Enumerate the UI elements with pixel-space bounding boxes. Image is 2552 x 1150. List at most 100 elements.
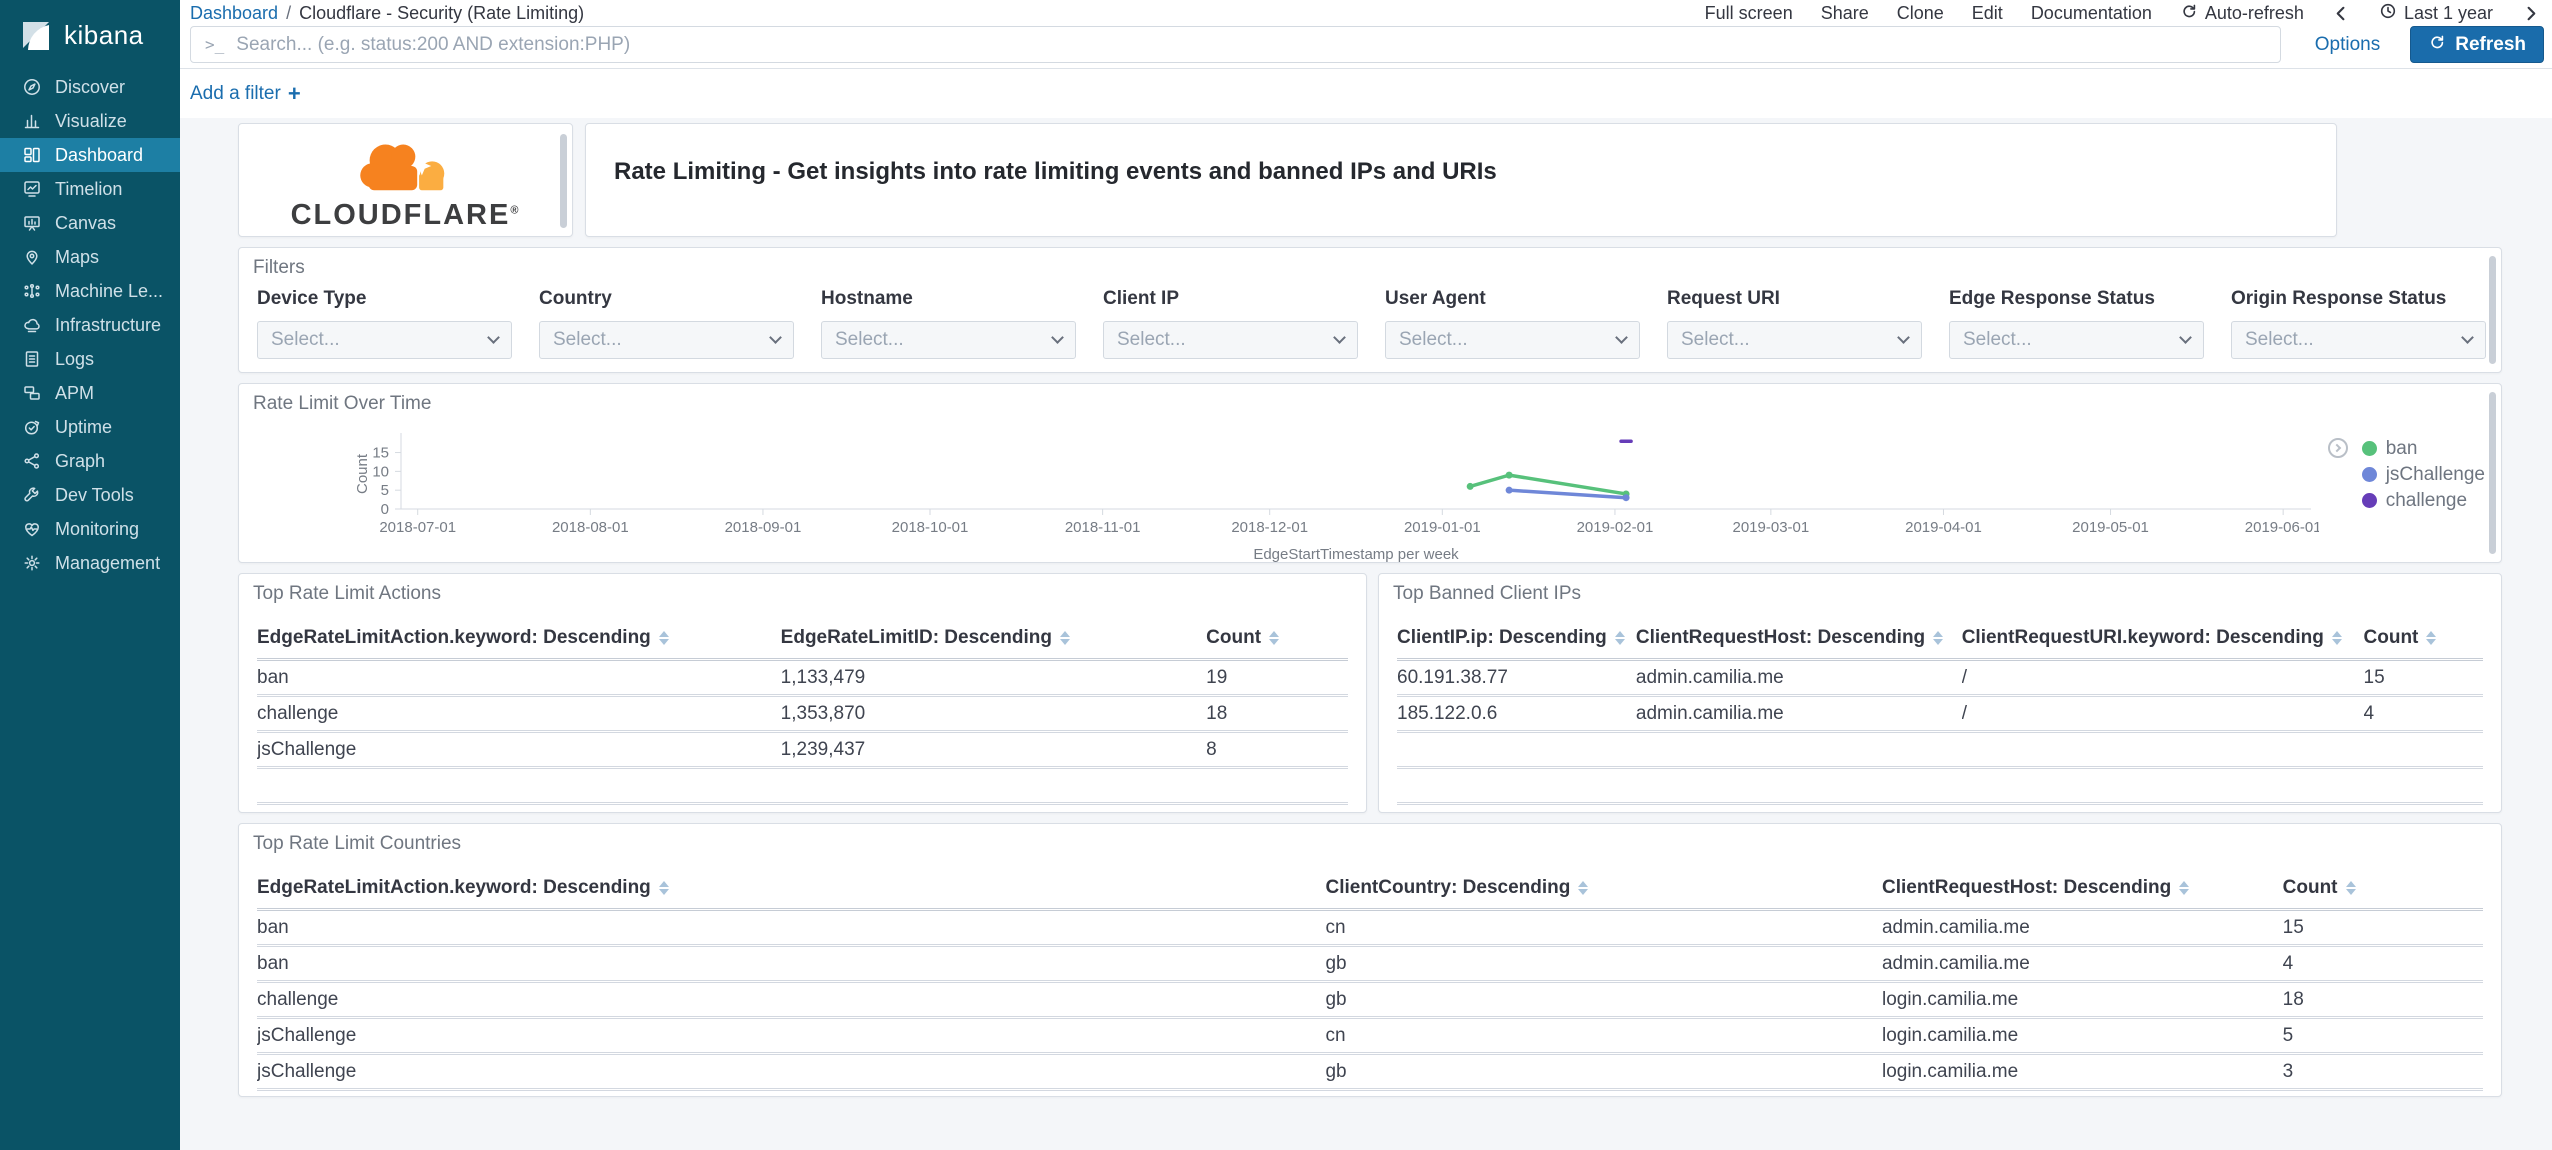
select-placeholder: Select... [1681, 329, 1750, 350]
filter-select-request-uri[interactable]: Select... [1667, 321, 1922, 359]
sidebar-item-visualize[interactable]: Visualize [0, 104, 180, 138]
table-row: 185.122.0.6 admin.camilia.me/4 [1397, 695, 2483, 733]
filter-label: Hostname [821, 288, 913, 309]
svg-text:2018-10-01: 2018-10-01 [892, 519, 969, 536]
sidebar-item-graph[interactable]: Graph [0, 444, 180, 478]
time-next-button[interactable] [2521, 4, 2540, 23]
sort-down-arrow [2345, 889, 2356, 895]
table-cell: 18 [1206, 695, 1348, 733]
canvas-icon [22, 213, 42, 233]
sidebar-item-label: Timelion [55, 178, 123, 199]
svg-text:2018-12-01: 2018-12-01 [1231, 519, 1308, 536]
column-header-clientip-ip[interactable]: ClientIP.ip: Descending [1397, 618, 1636, 661]
filter-select-user-agent[interactable]: Select... [1385, 321, 1640, 359]
menu-edit[interactable]: Edit [1972, 3, 2003, 24]
sidebar-item-maps[interactable]: Maps [0, 240, 180, 274]
column-header-clientcountry[interactable]: ClientCountry: Descending [1325, 868, 1882, 911]
menu-documentation[interactable]: Documentation [2031, 3, 2152, 24]
breadcrumb-dashboard-link[interactable]: Dashboard [190, 3, 278, 24]
dev-tools-icon [22, 485, 42, 505]
sidebar-item-dev-tools[interactable]: Dev Tools [0, 478, 180, 512]
sidebar-item-timelion[interactable]: Timelion [0, 172, 180, 206]
panel-title: Top Rate Limit Actions [253, 583, 441, 604]
column-header-edgeratelimitid[interactable]: EdgeRateLimitID: Descending [780, 618, 1207, 661]
sidebar-item-machine-le[interactable]: Machine Le... [0, 274, 180, 308]
column-header-label: Count [2363, 627, 2419, 648]
add-filter-link[interactable]: Add a filter + [190, 82, 301, 105]
svg-text:2019-03-01: 2019-03-01 [1732, 519, 1809, 536]
column-header-clientrequesthost[interactable]: ClientRequestHost: Descending [1881, 868, 2283, 911]
dashboard-grid: CLOUDFLARE® Rate Limiting - Get insights… [180, 118, 2552, 1150]
sidebar-item-dashboard[interactable]: Dashboard [0, 138, 180, 172]
filter-select-client-ip[interactable]: Select... [1103, 321, 1358, 359]
filter-select-device-type[interactable]: Select... [257, 321, 512, 359]
sort-up-arrow [1614, 631, 1625, 637]
time-prev-button[interactable] [2332, 4, 2351, 23]
console-icon: >_ [205, 35, 225, 54]
column-header-count[interactable]: Count [2363, 618, 2483, 661]
table-cell: gb [1325, 945, 1882, 983]
legend-item-challenge[interactable]: challenge [2328, 489, 2485, 512]
select-placeholder: Select... [1963, 329, 2032, 350]
svg-text:2019-05-01: 2019-05-01 [2072, 519, 2149, 536]
column-header-count[interactable]: Count [1206, 618, 1348, 661]
table-cell: / [1961, 659, 2364, 697]
auto-refresh-icon [2180, 2, 2198, 25]
sidebar-item-uptime[interactable]: Uptime [0, 410, 180, 444]
logo-panel-scrollbar[interactable] [560, 134, 567, 228]
sidebar-item-label: Dashboard [55, 144, 144, 165]
column-header-clientrequesthost[interactable]: ClientRequestHost: Descending [1635, 618, 1962, 661]
column-header-edgeratelimitaction-keyword[interactable]: EdgeRateLimitAction.keyword: Descending [257, 618, 781, 661]
sidebar-item-management[interactable]: Management [0, 546, 180, 580]
column-header-label: EdgeRateLimitAction.keyword: Descending [257, 877, 651, 898]
svg-text:15: 15 [372, 445, 389, 462]
menu-share[interactable]: Share [1821, 3, 1869, 24]
sidebar-item-logs[interactable]: Logs [0, 342, 180, 376]
filter-select-hostname[interactable]: Select... [821, 321, 1076, 359]
chart-panel-scrollbar[interactable] [2489, 392, 2496, 554]
table-cell: 1,133,479 [780, 659, 1207, 697]
filter-select-country[interactable]: Select... [539, 321, 794, 359]
filters-panel: Filters Device Type Select... Country Selec… [238, 247, 2502, 373]
sort-icon [1578, 881, 1589, 895]
search-input[interactable] [236, 33, 2266, 56]
table-cell: login.camilia.me [1881, 981, 2283, 1019]
legend-item-ban[interactable]: ban [2327, 437, 2485, 460]
column-header-edgeratelimitaction-keyword[interactable]: EdgeRateLimitAction.keyword: Descending [257, 868, 1326, 911]
sidebar-item-canvas[interactable]: Canvas [0, 206, 180, 240]
refresh-button[interactable]: Refresh [2410, 26, 2544, 63]
sidebar-item-monitoring[interactable]: Monitoring [0, 512, 180, 546]
sort-icon [658, 881, 669, 895]
top-banned-client-ips-panel: Top Banned Client IPs ClientIP.ip: Desce… [1378, 573, 2502, 813]
sort-up-arrow [2331, 631, 2342, 637]
sidebar-item-discover[interactable]: Discover [0, 70, 180, 104]
sidebar-item-apm[interactable]: APM [0, 376, 180, 410]
options-link[interactable]: Options [2315, 34, 2380, 56]
filter-select-edge-response-status[interactable]: Select... [1949, 321, 2204, 359]
menu-clone[interactable]: Clone [1897, 3, 1944, 24]
column-header-clientrequesturi-keyword[interactable]: ClientRequestURI.keyword: Descending [1961, 618, 2364, 661]
legend-item-jschallenge[interactable]: jsChallenge [2328, 463, 2485, 486]
time-picker[interactable]: Last 1 year [2379, 2, 2493, 25]
auto-refresh-button[interactable]: Auto-refresh [2180, 2, 2304, 25]
column-header-count[interactable]: Count [2282, 868, 2483, 911]
sidebar-item-label: Maps [55, 246, 100, 267]
sort-down-arrow [2426, 639, 2437, 645]
filters-panel-scrollbar[interactable] [2489, 256, 2496, 364]
menu-full-screen[interactable]: Full screen [1705, 3, 1793, 24]
sidebar-item-label: Canvas [55, 212, 117, 233]
table-cell: gb [1325, 1053, 1882, 1091]
panel-title: Top Rate Limit Countries [253, 833, 462, 854]
filter-label: User Agent [1385, 288, 1486, 309]
rate-limit-chart[interactable]: 0 5 1015Count 2018-07-01 2018-08-01 2018-09-0… [239, 414, 2319, 564]
table-cell: 15 [2363, 659, 2483, 697]
sidebar-item-infrastructure[interactable]: Infrastructure [0, 308, 180, 342]
legend-expand-icon[interactable] [2327, 438, 2348, 458]
filter-label: Request URI [1667, 288, 1780, 309]
sidebar-item-label: Uptime [55, 416, 113, 437]
svg-text:2019-04-01: 2019-04-01 [1905, 519, 1982, 536]
kibana-logo-icon [23, 21, 49, 50]
filter-select-origin-response-status[interactable]: Select... [2231, 321, 2486, 359]
kibana-logo[interactable]: kibana [0, 0, 180, 58]
logs-icon [22, 349, 42, 369]
